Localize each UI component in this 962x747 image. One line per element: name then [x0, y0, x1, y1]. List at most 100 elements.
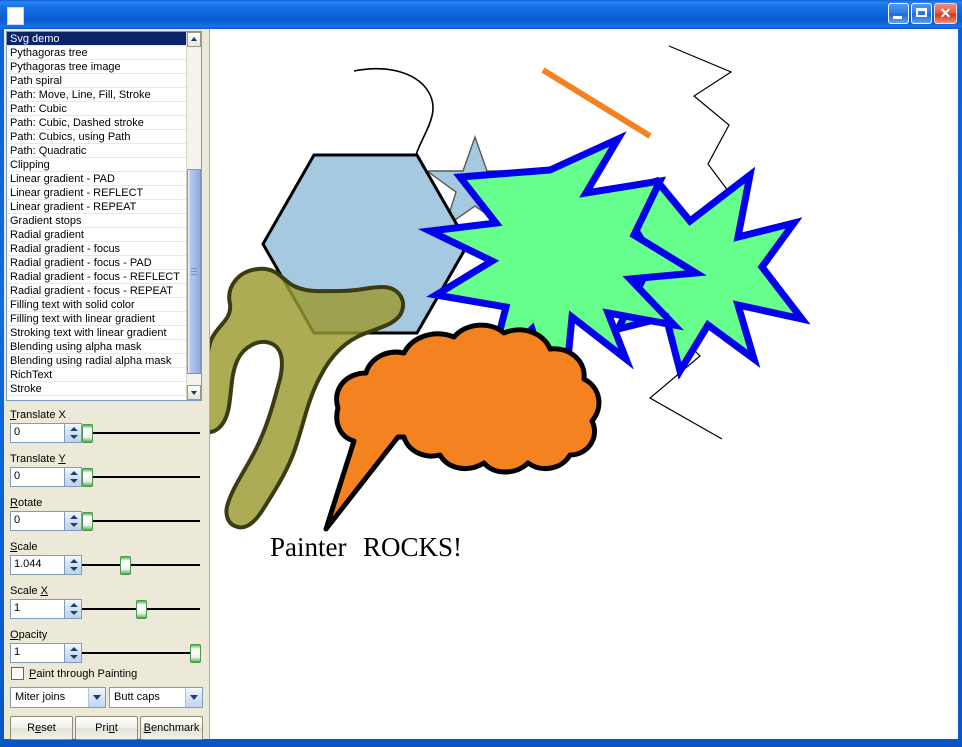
- rotate-stepper-icon[interactable]: [64, 512, 81, 530]
- slider-groove: [82, 520, 200, 522]
- list-scrollbar[interactable]: [186, 32, 201, 400]
- checkbox-box-icon[interactable]: [11, 667, 24, 680]
- maximize-icon[interactable]: [911, 3, 932, 24]
- svg-artwork: Painter ROCKS!: [210, 29, 958, 738]
- list-item[interactable]: Pythagoras tree: [7, 46, 187, 60]
- list-item[interactable]: Path: Move, Line, Fill, Stroke: [7, 88, 187, 102]
- list-item[interactable]: Linear gradient - PAD: [7, 172, 187, 186]
- list-item[interactable]: Linear gradient - REPEAT: [7, 200, 187, 214]
- canvas-text-rocks: ROCKS!: [363, 532, 462, 562]
- list-item[interactable]: Path: Cubic, Dashed stroke: [7, 116, 187, 130]
- close-icon[interactable]: [934, 3, 957, 24]
- reset-button[interactable]: Reset: [10, 716, 73, 740]
- demo-list[interactable]: Svg demo Pythagoras tree Pythagoras tree…: [6, 31, 202, 401]
- rotate-slider[interactable]: [82, 511, 200, 531]
- scale-slider[interactable]: [82, 555, 200, 575]
- translate-x-stepper-icon[interactable]: [64, 424, 81, 442]
- list-item[interactable]: Path: Quadratic: [7, 144, 187, 158]
- list-item[interactable]: Blending using radial alpha mask: [7, 354, 187, 368]
- scale-x-value: 1: [14, 602, 20, 614]
- list-item[interactable]: Pythagoras tree image: [7, 60, 187, 74]
- scale-spinbox[interactable]: 1.044: [10, 555, 82, 575]
- translate-x-value: 0: [14, 426, 20, 438]
- translate-x-slider[interactable]: [82, 423, 200, 443]
- join-style-combo[interactable]: Miter joins: [10, 687, 106, 708]
- list-item[interactable]: Clipping: [7, 158, 187, 172]
- translate-y-label: Translate Y: [10, 453, 66, 465]
- opacity-slider[interactable]: [82, 643, 200, 663]
- list-item[interactable]: Svg demo: [7, 32, 187, 46]
- scale-x-stepper-icon[interactable]: [64, 600, 81, 618]
- list-item[interactable]: RichText: [7, 368, 187, 382]
- list-item[interactable]: Gradient stops: [7, 214, 187, 228]
- list-item[interactable]: Linear gradient - REFLECT: [7, 186, 187, 200]
- slider-handle[interactable]: [190, 644, 201, 663]
- list-item[interactable]: Radial gradient - focus - REPEAT: [7, 284, 187, 298]
- client-area: Svg demo Pythagoras tree Pythagoras tree…: [4, 29, 958, 739]
- print-button[interactable]: Print: [75, 716, 138, 740]
- cap-style-value: Butt caps: [114, 691, 160, 703]
- cloud-shape: [326, 325, 599, 529]
- translate-x-label: Translate X: [10, 409, 66, 421]
- list-item[interactable]: Filling text with solid color: [7, 298, 187, 312]
- scale-x-spinbox[interactable]: 1: [10, 599, 82, 619]
- title-bar: [0, 0, 962, 29]
- scrollbar-thumb[interactable]: [187, 169, 201, 374]
- benchmark-button[interactable]: Benchmark: [140, 716, 203, 740]
- list-item[interactable]: Radial gradient: [7, 228, 187, 242]
- list-item[interactable]: Stroking text with linear gradient: [7, 326, 187, 340]
- list-item[interactable]: Radial gradient - focus - REFLECT: [7, 270, 187, 284]
- opacity-value: 1: [14, 646, 20, 658]
- scale-stepper-icon[interactable]: [64, 556, 81, 574]
- scale-value: 1.044: [14, 558, 42, 570]
- chevron-down-icon[interactable]: [88, 688, 105, 707]
- rotate-value: 0: [14, 514, 20, 526]
- window-controls: [888, 3, 957, 24]
- canvas-text-painter: Painter: [270, 532, 346, 562]
- demo-list-items: Svg demo Pythagoras tree Pythagoras tree…: [7, 32, 187, 400]
- control-panel: Svg demo Pythagoras tree Pythagoras tree…: [4, 29, 208, 739]
- paint-through-checkbox[interactable]: Paint through Painting: [11, 667, 137, 680]
- slider-groove: [82, 432, 200, 434]
- rotate-label: Rotate: [10, 497, 42, 509]
- slider-handle[interactable]: [82, 512, 93, 531]
- list-item[interactable]: Stroke: [7, 382, 187, 396]
- slider-handle[interactable]: [82, 424, 93, 443]
- list-item[interactable]: Path: Cubics, using Path: [7, 130, 187, 144]
- scroll-up-icon[interactable]: [187, 32, 201, 47]
- slider-groove: [82, 476, 200, 478]
- scroll-down-icon[interactable]: [187, 385, 201, 400]
- list-item[interactable]: Blending using alpha mask: [7, 340, 187, 354]
- scale-label: Scale: [10, 541, 38, 553]
- slider-handle[interactable]: [82, 468, 93, 487]
- translate-y-slider[interactable]: [82, 467, 200, 487]
- scrollbar-grip-icon: [191, 268, 197, 276]
- list-item[interactable]: Radial gradient - focus: [7, 242, 187, 256]
- app-icon: [7, 7, 24, 25]
- translate-y-value: 0: [14, 470, 20, 482]
- join-style-value: Miter joins: [15, 691, 65, 703]
- translate-y-stepper-icon[interactable]: [64, 468, 81, 486]
- slider-groove: [82, 652, 200, 654]
- svg-canvas[interactable]: Painter ROCKS!: [209, 29, 958, 739]
- orange-line: [543, 70, 650, 136]
- translate-x-spinbox[interactable]: 0: [10, 423, 82, 443]
- translate-y-spinbox[interactable]: 0: [10, 467, 82, 487]
- app-window: Svg demo Pythagoras tree Pythagoras tree…: [0, 0, 962, 747]
- chevron-down-icon[interactable]: [185, 688, 202, 707]
- slider-handle[interactable]: [136, 600, 147, 619]
- opacity-stepper-icon[interactable]: [64, 644, 81, 662]
- slider-groove: [82, 564, 200, 566]
- opacity-spinbox[interactable]: 1: [10, 643, 82, 663]
- scale-x-slider[interactable]: [82, 599, 200, 619]
- slider-handle[interactable]: [120, 556, 131, 575]
- list-item[interactable]: Radial gradient - focus - PAD: [7, 256, 187, 270]
- opacity-label: Opacity: [10, 629, 47, 641]
- list-item[interactable]: Filling text with linear gradient: [7, 312, 187, 326]
- cap-style-combo[interactable]: Butt caps: [109, 687, 203, 708]
- minimize-icon[interactable]: [888, 3, 909, 24]
- rotate-spinbox[interactable]: 0: [10, 511, 82, 531]
- list-item[interactable]: Path spiral: [7, 74, 187, 88]
- list-item[interactable]: Path: Cubic: [7, 102, 187, 116]
- scale-x-label: Scale X: [10, 585, 48, 597]
